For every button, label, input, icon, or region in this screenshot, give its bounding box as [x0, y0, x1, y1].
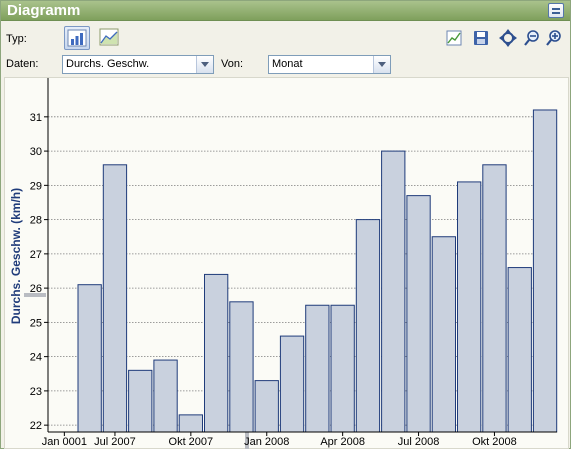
x-tick-labels: Jan 0001 Jul 2007 Okt 2007 Jan 2008 Apr 2008… [42, 436, 517, 448]
bar [204, 273, 229, 433]
y-tick-label: 22 [30, 420, 42, 432]
bar-chart: Durchs. Geschw. (km/h) 22 23 24 25 26 27 28 29 3… [9, 78, 558, 449]
x-tick-label: Okt 2008 [472, 436, 517, 448]
y-tick-label: 26 [30, 283, 42, 295]
y-tick-label: 28 [30, 215, 42, 227]
bar [305, 304, 330, 433]
bar [482, 164, 507, 433]
y-tick-label: 25 [30, 317, 42, 329]
bar [102, 164, 128, 433]
bar [532, 109, 558, 433]
bar [153, 359, 178, 433]
y-tick-label: 24 [30, 352, 42, 364]
bar [507, 267, 532, 433]
bar [279, 335, 305, 433]
y-tick-label: 30 [30, 146, 42, 158]
x-tick-label: Jan 0001 [42, 436, 87, 448]
x-tick-label: Jul 2007 [94, 436, 136, 448]
bar [178, 414, 203, 433]
bar [330, 304, 355, 433]
bar [77, 284, 102, 433]
y-axis-label: Durchs. Geschw. (km/h) [9, 188, 23, 324]
y-tick-labels: 22 23 24 25 26 27 28 29 30 31 [30, 112, 42, 432]
y-tick-label: 29 [30, 180, 42, 192]
x-tick-label: Okt 2007 [169, 436, 214, 448]
x-tick-label: Jul 2008 [398, 436, 440, 448]
bars [77, 109, 558, 433]
bar [406, 195, 431, 433]
bar [254, 380, 279, 433]
x-tick-label: Jan 2008 [244, 436, 289, 448]
bar [128, 369, 153, 433]
bar [229, 301, 254, 433]
bar [355, 219, 381, 433]
bar [457, 181, 482, 433]
y-tick-label: 27 [30, 249, 42, 261]
y-tick-label: 31 [30, 112, 42, 124]
bar [431, 236, 457, 433]
y-tick-label: 23 [30, 386, 42, 398]
bar [381, 150, 406, 433]
x-tick-label: Apr 2008 [320, 436, 365, 448]
